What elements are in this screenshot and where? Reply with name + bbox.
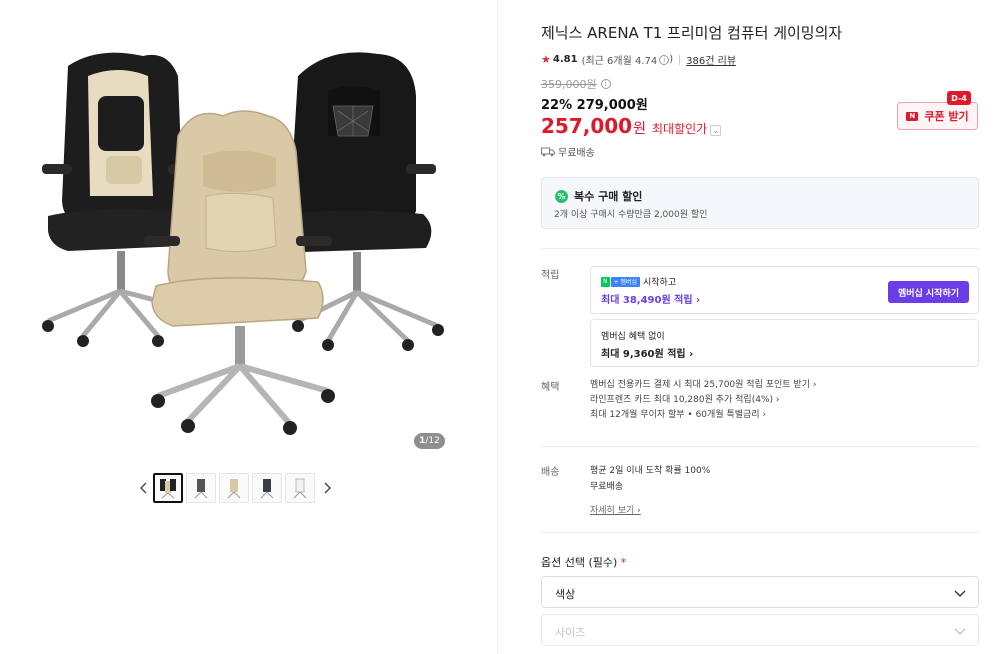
option-title-text: 옵션 선택 (필수): [541, 556, 618, 569]
chevron-down-icon[interactable]: ⌄: [710, 125, 722, 136]
chevron-right-icon: [324, 482, 331, 494]
required-mark: *: [620, 556, 627, 569]
truck-icon: [541, 147, 555, 156]
thumbnail-next-button[interactable]: [318, 473, 336, 503]
thumbnail-3[interactable]: [219, 473, 249, 503]
coupon-button[interactable]: N 쿠폰 받기: [897, 102, 978, 130]
max-discount-label[interactable]: 최대할인가: [652, 120, 707, 137]
multi-buy-title: 복수 구매 할인: [574, 190, 643, 203]
shipping-info: 평균 2일 이내 도착 확률 100% 무료배송: [590, 463, 710, 495]
final-price: 257,000: [541, 114, 633, 138]
thumbnail-1[interactable]: [153, 473, 183, 503]
thumbnail-strip: [135, 473, 336, 503]
size-select[interactable]: 사이즈: [541, 614, 979, 646]
multi-buy-desc: 2개 이상 구매시 수량만큼 2,000원 할인: [554, 210, 708, 220]
membership-earn-card: N + 멤버십 시작하고 최대 38,490원 적립 › 멤버십 시작하기: [590, 266, 979, 314]
chair-thumbnail-image: [260, 479, 274, 499]
panel-divider: [497, 0, 498, 654]
coupon-button-label: 쿠폰 받기: [924, 110, 969, 123]
benefit-item[interactable]: 라인프렌즈 카드 최대 10,280원 추가 적립(4%) ›: [590, 393, 816, 408]
shipping-arrival-rate: 평균 2일 이내 도착 확률 100%: [590, 466, 711, 476]
basic-earn-card: 멤버십 혜택 없이 최대 9,360원 적립 ›: [590, 319, 979, 367]
product-page: 1 /12 제닉스 ARENA T1 프리미엄 컴퓨터 게이밍의자 ★ 4.81…: [0, 0, 1000, 654]
rating-row: ★ 4.81 (최근 6개월 4.74 i ) 386건 리뷰: [541, 52, 736, 67]
coupon-dday-badge: D-4: [947, 91, 971, 105]
info-icon[interactable]: i: [659, 54, 670, 65]
membership-earn-amount[interactable]: 최대 38,490원 적립 ›: [601, 291, 700, 306]
product-gallery: 1 /12: [0, 0, 497, 654]
color-select[interactable]: 색상: [541, 576, 979, 608]
price-info-icon[interactable]: i: [600, 79, 611, 89]
benefit-list: 멤버십 전용카드 결제 시 최대 25,700원 적립 포인트 받기 › 라인프…: [590, 378, 816, 423]
final-price-row: 257,000 원 최대할인가 ⌄: [541, 114, 722, 138]
divider: [541, 446, 979, 447]
color-select-label: 색상: [555, 588, 576, 601]
recent-rating: (최근 6개월 4.74: [581, 56, 658, 67]
chair-thumbnail-image: [194, 479, 208, 499]
rating-separator: [679, 54, 681, 65]
product-title: 제닉스 ARENA T1 프리미엄 컴퓨터 게이밍의자: [541, 24, 843, 42]
shipping-label: 배송: [541, 467, 560, 478]
free-shipping-row: 무료배송: [541, 144, 595, 159]
free-shipping-label: 무료배송: [558, 148, 595, 159]
rating-score: 4.81: [552, 54, 578, 65]
membership-badge: + 멤버십: [610, 276, 640, 287]
chevron-down-icon: [954, 628, 966, 635]
image-counter: 1 /12: [414, 433, 445, 449]
product-main-image[interactable]: [28, 36, 458, 446]
option-title: 옵션 선택 (필수) *: [541, 554, 626, 570]
thumbnail-prev-button[interactable]: [135, 473, 153, 503]
naver-n-badge: N: [601, 276, 610, 287]
benefit-item[interactable]: 최대 12개월 무이자 할부 • 60개월 특별금리 ›: [590, 408, 816, 423]
discount-price: 22% 279,000원: [541, 98, 648, 113]
chevron-down-icon: [954, 590, 966, 597]
multi-buy-title-row: % 복수 구매 할인: [555, 188, 642, 204]
chair-thumbnail-image: [160, 479, 176, 499]
multi-buy-discount-box: % 복수 구매 할인 2개 이상 구매시 수량만큼 2,000원 할인: [541, 177, 979, 229]
earn-label: 적립: [541, 270, 560, 281]
benefit-item[interactable]: 멤버십 전용카드 결제 시 최대 25,700원 적립 포인트 받기 ›: [590, 378, 816, 393]
naver-n-icon: N: [906, 111, 919, 121]
original-price: 359,000원: [541, 78, 597, 91]
basic-earn-top: 멤버십 혜택 없이: [601, 332, 665, 342]
review-count-link[interactable]: 386건 리뷰: [686, 52, 736, 67]
basic-earn-amount[interactable]: 최대 9,360원 적립 ›: [601, 345, 693, 360]
chair-thumbnail-image: [227, 479, 241, 499]
thumbnail-5[interactable]: [285, 473, 315, 503]
chair-thumbnail-image: [293, 478, 307, 499]
start-membership-button[interactable]: 멤버십 시작하기: [888, 281, 969, 303]
chevron-left-icon: [140, 482, 147, 494]
thumbnail-4[interactable]: [252, 473, 282, 503]
thumbnail-2[interactable]: [186, 473, 216, 503]
original-price-row: 359,000원 i: [541, 76, 611, 92]
final-price-won: 원: [633, 121, 646, 137]
size-select-label: 사이즈: [555, 626, 586, 639]
divider: [541, 248, 979, 249]
divider: [541, 532, 979, 533]
percent-icon: %: [555, 189, 568, 203]
recent-rating-close: ): [669, 54, 674, 65]
shipping-fee: 무료배송: [590, 482, 624, 492]
benefit-label: 혜택: [541, 382, 560, 393]
membership-earn-top: N + 멤버십 시작하고: [601, 275, 676, 288]
image-counter-total: /12: [425, 436, 440, 446]
membership-earn-top-text: 시작하고: [643, 278, 677, 288]
shipping-detail-link[interactable]: 자세히 보기 ›: [590, 503, 641, 516]
star-icon: ★: [541, 53, 551, 66]
